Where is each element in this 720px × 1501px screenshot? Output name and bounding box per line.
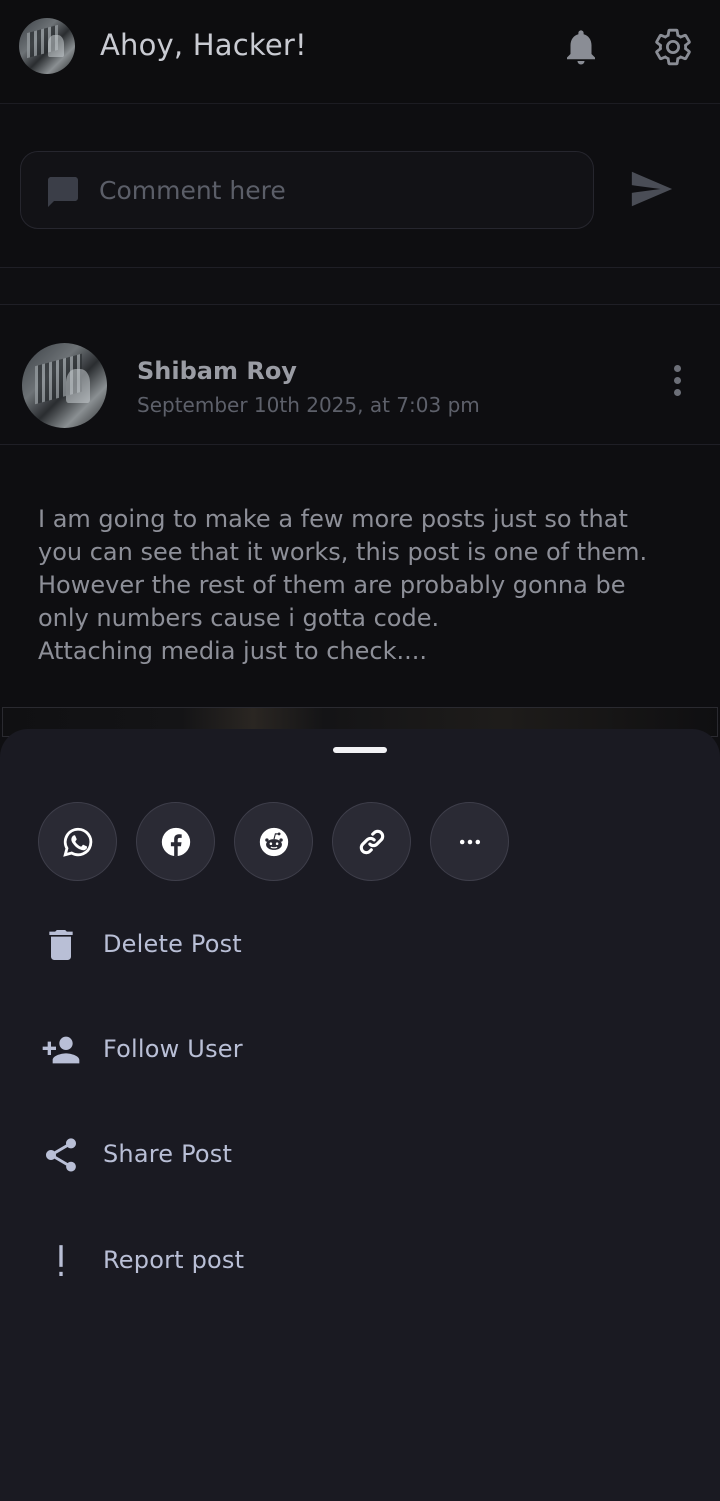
author-name[interactable]: Shibam Roy	[137, 357, 297, 385]
facebook-share-button[interactable]	[136, 802, 215, 881]
post-header: Shibam Roy September 10th 2025, at 7:03 …	[0, 305, 720, 445]
person-add-icon	[42, 1036, 80, 1064]
menu-item-label: Share Post	[103, 1140, 233, 1168]
menu-item-share-post[interactable]: Share Post	[0, 1110, 720, 1200]
post-line: you can see that it works, this post is …	[38, 538, 648, 566]
post-line: only numbers cause i gotta code.	[38, 604, 440, 632]
post-card: Shibam Roy September 10th 2025, at 7:03 …	[0, 304, 720, 737]
menu-item-follow-user[interactable]: Follow User	[0, 1005, 720, 1095]
exclamation-icon	[59, 1245, 63, 1276]
chat-bubble-icon	[48, 177, 78, 207]
copy-link-button[interactable]	[332, 802, 411, 881]
facebook-icon	[161, 827, 190, 856]
menu-item-label: Delete Post	[103, 930, 242, 958]
link-icon	[359, 829, 384, 854]
comment-section: Comment here	[0, 104, 720, 268]
menu-item-label: Follow User	[103, 1035, 243, 1063]
whatsapp-share-button[interactable]	[38, 802, 117, 881]
send-icon[interactable]	[628, 166, 674, 212]
sheet-drag-handle[interactable]	[333, 747, 387, 753]
comment-placeholder: Comment here	[99, 176, 286, 205]
post-line: I am going to make a few more posts just…	[38, 505, 628, 533]
more-options-icon[interactable]	[662, 365, 692, 405]
reddit-share-button[interactable]	[234, 802, 313, 881]
profile-avatar[interactable]	[19, 18, 75, 74]
gear-icon[interactable]	[652, 26, 694, 68]
reddit-icon	[259, 827, 288, 856]
post-date: September 10th 2025, at 7:03 pm	[137, 393, 480, 417]
app-header: Ahoy, Hacker!	[0, 0, 720, 104]
whatsapp-icon	[62, 827, 92, 857]
bell-icon[interactable]	[560, 26, 602, 68]
more-share-button[interactable]	[430, 802, 509, 881]
share-icon	[46, 1138, 76, 1172]
menu-item-label: Report post	[103, 1246, 245, 1274]
comment-input[interactable]: Comment here	[20, 151, 594, 229]
menu-item-delete-post[interactable]: Delete Post	[0, 900, 720, 990]
greeting-title: Ahoy, Hacker!	[100, 28, 307, 62]
post-line: Attaching media just to check....	[38, 637, 427, 665]
menu-item-report-post[interactable]: Report post	[0, 1216, 720, 1306]
options-bottom-sheet: Delete Post Follow User Share Post Repor…	[0, 729, 720, 1501]
more-icon	[459, 839, 480, 844]
post-line: However the rest of them are probably go…	[38, 571, 626, 599]
trash-icon	[49, 930, 73, 960]
author-avatar[interactable]	[22, 343, 107, 428]
post-body: I am going to make a few more posts just…	[38, 503, 688, 668]
